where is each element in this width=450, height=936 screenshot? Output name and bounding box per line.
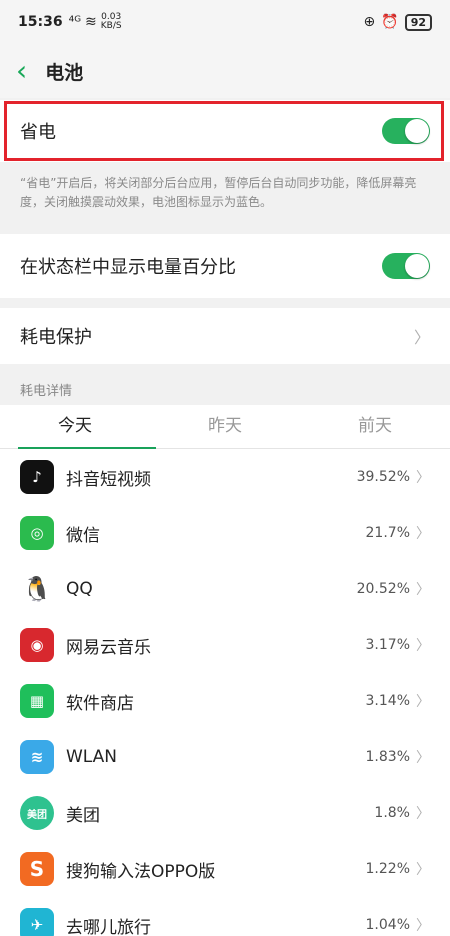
list-item[interactable]: S 搜狗输入法OPPO版 1.22% 〉 — [0, 841, 450, 897]
list-item[interactable]: ✈ 去哪儿旅行 1.04% 〉 — [0, 897, 450, 936]
app-percent: 1.83% — [365, 749, 410, 765]
chevron-right-icon: 〉 — [416, 750, 430, 766]
qq-icon: 🐧 — [20, 572, 54, 606]
chevron-right-icon: 〉 — [416, 526, 430, 542]
power-saving-description: “省电”开启后，将关闭部分后台应用，暂停后台自动同步功能，降低屏幕亮度，关闭触摸… — [0, 162, 450, 224]
qunar-icon: ✈ — [20, 908, 54, 936]
active-tab-indicator — [18, 447, 156, 449]
app-name: 网易云音乐 — [66, 637, 151, 658]
app-store-icon: ▦ — [20, 684, 54, 718]
tab-yesterday[interactable]: 昨天 — [150, 405, 300, 448]
net-speed: 0.03 KB/S — [100, 12, 122, 31]
app-percent: 1.04% — [365, 917, 410, 933]
tab-day-before[interactable]: 前天 — [300, 405, 450, 448]
app-name: 软件商店 — [66, 693, 134, 714]
list-item[interactable]: ♪ 抖音短视频 39.52% 〉 — [0, 449, 450, 505]
status-right: ⊕ ⏰ 92 — [363, 13, 432, 31]
chevron-right-icon: 〉 — [416, 694, 430, 710]
app-percent: 20.52% — [356, 581, 410, 597]
back-icon[interactable]: ‹ — [16, 57, 27, 85]
list-item[interactable]: ◉ 网易云音乐 3.17% 〉 — [0, 617, 450, 673]
app-percent: 3.14% — [365, 693, 410, 709]
app-name: 去哪儿旅行 — [66, 917, 151, 936]
status-time: 15:36 — [18, 14, 63, 30]
tab-today[interactable]: 今天 — [0, 405, 150, 448]
toggle-knob — [405, 119, 429, 143]
chevron-right-icon: 〉 — [413, 328, 430, 347]
wifi-icon: ≋ — [20, 740, 54, 774]
netease-music-icon: ◉ — [20, 628, 54, 662]
list-item[interactable]: ▦ 软件商店 3.14% 〉 — [0, 673, 450, 729]
chevron-right-icon: 〉 — [416, 862, 430, 878]
toggle-knob — [405, 254, 429, 278]
app-percent: 1.22% — [365, 861, 410, 877]
app-name: 美团 — [66, 805, 100, 826]
status-bar: 15:36 ⁴ᴳ ≋ 0.03 KB/S ⊕ ⏰ 92 — [0, 0, 450, 44]
power-protection-label: 耗电保护 — [20, 327, 92, 348]
chevron-right-icon: 〉 — [416, 638, 430, 654]
app-name: 微信 — [66, 525, 100, 546]
show-percent-row[interactable]: 在状态栏中显示电量百分比 — [0, 234, 450, 298]
alarm-icon: ⏰ — [381, 14, 399, 30]
power-saving-toggle[interactable] — [382, 118, 430, 144]
battery-level: 92 — [404, 13, 432, 31]
app-name: 搜狗输入法OPPO版 — [66, 861, 216, 882]
app-name: WLAN — [66, 747, 118, 767]
list-item[interactable]: ◎ 微信 21.7% 〉 — [0, 505, 450, 561]
title-bar: ‹ 电池 — [0, 44, 450, 98]
day-tabs: 今天 昨天 前天 — [0, 405, 450, 449]
chevron-right-icon: 〉 — [416, 470, 430, 486]
chevron-right-icon: 〉 — [416, 918, 430, 934]
list-item[interactable]: 美团 美团 1.8% 〉 — [0, 785, 450, 841]
app-percent: 21.7% — [365, 525, 410, 541]
app-usage-list: ♪ 抖音短视频 39.52% 〉 ◎ 微信 21.7% 〉 🐧 QQ 20.52… — [0, 449, 450, 936]
wifi-status-icon: ≋ — [85, 14, 97, 30]
meituan-icon: 美团 — [20, 796, 54, 830]
app-percent: 1.8% — [374, 805, 410, 821]
chevron-right-icon: 〉 — [416, 582, 430, 598]
signal-icon: ⁴ᴳ — [68, 14, 82, 30]
list-item[interactable]: ≋ WLAN 1.83% 〉 — [0, 729, 450, 785]
power-saving-row[interactable]: 省电 — [0, 100, 450, 162]
app-percent: 3.17% — [365, 637, 410, 653]
show-percent-toggle[interactable] — [382, 253, 430, 279]
power-saving-label: 省电 — [20, 122, 56, 143]
details-section-label: 耗电详情 — [20, 384, 73, 399]
list-item[interactable]: 🐧 QQ 20.52% 〉 — [0, 561, 450, 617]
app-percent: 39.52% — [356, 469, 410, 485]
sogou-icon: S — [20, 852, 54, 886]
app-name: 抖音短视频 — [66, 469, 151, 490]
douyin-icon: ♪ — [20, 460, 54, 494]
app-name: QQ — [66, 579, 93, 599]
page-title: 电池 — [45, 61, 84, 84]
chevron-right-icon: 〉 — [416, 806, 430, 822]
wechat-icon: ◎ — [20, 516, 54, 550]
lock-rotation-icon: ⊕ — [363, 14, 376, 30]
power-protection-row[interactable]: 耗电保护 〉 — [0, 308, 450, 364]
show-percent-label: 在状态栏中显示电量百分比 — [20, 257, 236, 278]
